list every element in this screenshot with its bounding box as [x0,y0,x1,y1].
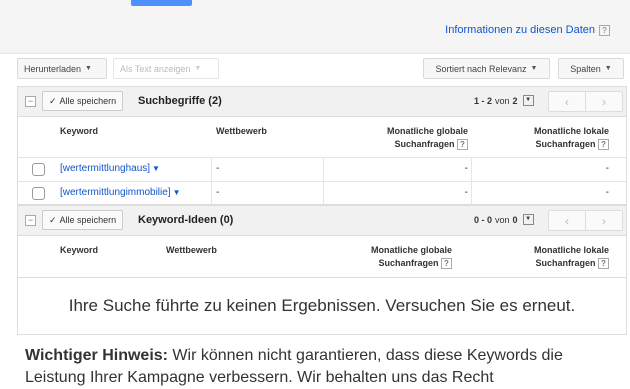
col-global-line2: Suchanfragen [378,258,439,268]
page-size-dropdown-icon[interactable]: ▼ [522,214,534,225]
global-searches-cell: - [464,163,468,174]
page-size-dropdown-icon[interactable]: ▼ [522,95,534,106]
cell-divider [211,158,212,181]
keyword-link[interactable]: [wertermittlungimmobilie] ▼ [60,187,181,198]
collapse-icon[interactable]: − [25,96,36,107]
keyword-ideas-header: − ✓ Alle speichern Keyword-Ideen (0) 0 -… [18,205,626,236]
next-page-button[interactable]: › [586,91,623,112]
competition-cell: - [216,187,220,198]
important-notice: Wichtiger Hinweis: Wir können nicht gara… [25,345,625,389]
prev-page-button[interactable]: ‹ [548,91,586,112]
col-competition[interactable]: Wettbewerb [166,244,217,257]
search-terms-panel: − ✓ Alle speichern Suchbegriffe (2) 1 - … [17,86,627,205]
pagination-info: 0 - 0 von 0 ▼ [474,214,534,225]
page-of: von [495,214,510,225]
page-of: von [495,95,510,106]
download-button[interactable]: Herunterladen ▼ [17,58,107,79]
page-total: 2 [512,95,518,106]
pagination-nav: ‹ › [548,210,623,231]
col-local-searches[interactable]: Monatliche lokale Suchanfragen ? [534,244,609,270]
help-icon[interactable]: ? [598,139,609,150]
col-keyword[interactable]: Keyword [60,125,98,138]
help-icon[interactable]: ? [457,139,468,150]
chevron-down-icon: ▼ [85,65,92,72]
save-all-button[interactable]: ✓ Alle speichern [42,91,124,111]
primary-button-partial[interactable] [131,0,192,6]
col-local-line2: Suchanfragen [535,258,596,268]
chevron-down-icon[interactable]: ▼ [152,164,160,173]
col-global-line1: Monatliche globale [370,245,452,255]
col-local-searches[interactable]: Monatliche lokale Suchanfragen ? [534,125,609,151]
save-all-label: Alle speichern [59,96,117,106]
keyword-text[interactable]: [wertermittlunghaus] [60,163,150,174]
col-local-line1: Monatliche lokale [533,126,609,136]
empty-results-message: Ihre Suche führte zu keinen Ergebnissen.… [17,277,627,335]
save-all-label: Alle speichern [59,215,117,225]
local-searches-cell: - [605,163,609,174]
download-label: Herunterladen [24,63,82,74]
chevron-down-icon: ▼ [194,65,202,72]
col-global-searches[interactable]: Monatliche globale Suchanfragen ? [371,244,452,270]
col-competition[interactable]: Wettbewerb [216,125,267,138]
help-icon[interactable]: ? [599,24,610,36]
section-title: Keyword-Ideen (0) [138,214,234,226]
keyword-link[interactable]: [wertermittlunghaus] ▼ [60,163,160,174]
row-checkbox[interactable] [32,163,45,176]
col-keyword[interactable]: Keyword [60,244,98,257]
notice-label: Wichtiger Hinweis: [25,347,168,364]
col-global-line1: Monatliche globale [386,126,468,136]
divider [0,53,630,54]
cell-divider [323,182,324,205]
cell-divider [211,182,212,205]
prev-page-button[interactable]: ‹ [548,210,586,231]
help-icon[interactable]: ? [441,258,452,269]
keyword-text[interactable]: [wertermittlungimmobilie] [60,187,171,198]
col-global-searches[interactable]: Monatliche globale Suchanfragen ? [387,125,468,151]
col-global-line2: Suchanfragen [394,139,455,149]
columns-dropdown[interactable]: Spalten ▼ [558,58,624,79]
local-searches-cell: - [605,187,609,198]
checkmark-icon: ✓ [49,214,57,225]
chevron-down-icon: ▼ [604,65,612,72]
save-all-button[interactable]: ✓ Alle speichern [42,210,124,230]
table-row: [wertermittlungimmobilie] ▼ - - - [18,181,626,205]
cell-divider [471,182,472,205]
help-icon[interactable]: ? [598,258,609,269]
page-range: 0 - 0 [474,214,493,225]
global-searches-cell: - [464,187,468,198]
sort-label: Sortiert nach Relevanz [435,63,527,74]
show-as-text-button: Als Text anzeigen ▼ [113,58,219,79]
collapse-icon[interactable]: − [25,215,36,226]
info-link[interactable]: Informationen zu diesen Daten ? [445,24,610,36]
info-link-label[interactable]: Informationen zu diesen Daten [445,24,595,36]
cell-divider [471,158,472,181]
show-as-text-label: Als Text anzeigen [120,63,191,74]
search-terms-header: − ✓ Alle speichern Suchbegriffe (2) 1 - … [18,87,626,117]
columns-label: Spalten [570,63,601,74]
cell-divider [323,158,324,181]
keyword-ideas-panel: − ✓ Alle speichern Keyword-Ideen (0) 0 -… [17,205,627,278]
page-total: 0 [512,214,518,225]
pagination-info: 1 - 2 von 2 ▼ [474,95,534,106]
table-row: [wertermittlunghaus] ▼ - - - [18,157,626,181]
chevron-down-icon: ▼ [530,65,538,72]
next-page-button[interactable]: › [586,210,623,231]
page-range: 1 - 2 [474,95,493,106]
col-local-line1: Monatliche lokale [533,245,609,255]
competition-cell: - [216,163,220,174]
chevron-down-icon[interactable]: ▼ [173,188,181,197]
col-local-line2: Suchanfragen [535,139,596,149]
section-title: Suchbegriffe (2) [138,95,222,107]
row-checkbox[interactable] [32,187,45,200]
checkmark-icon: ✓ [49,95,57,106]
pagination-nav: ‹ › [548,91,623,112]
sort-dropdown[interactable]: Sortiert nach Relevanz ▼ [423,58,550,79]
results-toolbar: Herunterladen ▼ Als Text anzeigen ▼ Sort… [17,58,627,82]
